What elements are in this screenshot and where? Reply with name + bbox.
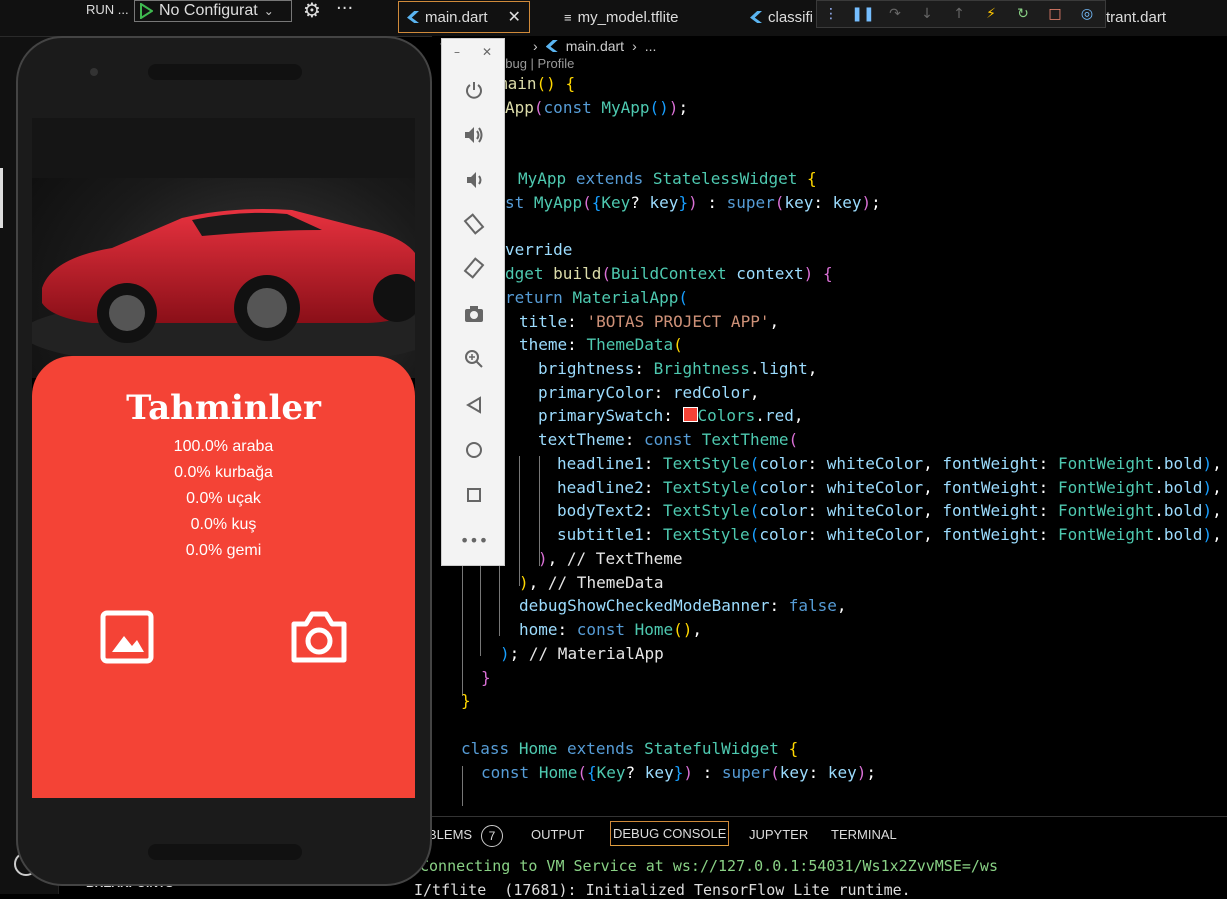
tab-label: trant.dart: [1106, 8, 1167, 26]
code-line-1: main() {: [498, 74, 576, 93]
code-line-6: st MyApp({Key? key}) : super(key: key);: [505, 193, 881, 212]
tab-terminal[interactable]: TERMINAL: [831, 827, 897, 842]
tab-label: my_model.tflite: [577, 8, 679, 26]
home-icon[interactable]: [442, 435, 506, 465]
power-icon[interactable]: [442, 75, 506, 105]
code-line-14: primaryColor: redColor,: [538, 383, 760, 402]
code-line-21: ), // TextTheme: [538, 549, 683, 568]
speaker-grille: [148, 64, 302, 80]
code-line-12: theme: ThemeData(: [519, 335, 683, 354]
tab-label: main.dart: [425, 8, 488, 26]
code-line-23: debugShowCheckedModeBanner: false,: [519, 596, 847, 615]
volume-up-icon[interactable]: [442, 120, 506, 150]
color-swatch[interactable]: [682, 407, 698, 422]
code-line-9: dget build(BuildContext context) {: [505, 264, 833, 283]
app-screen: Tahminler 100.0% araba 0.0% kurbağa 0.0%…: [32, 118, 415, 798]
code-line-27: }: [461, 691, 471, 710]
more-icon[interactable]: •••: [442, 525, 506, 555]
tab-jupyter[interactable]: JUPYTER: [749, 827, 808, 842]
code-line-22: ), // ThemeData: [519, 573, 664, 592]
hot-reload-icon[interactable]: ⚡: [983, 6, 999, 22]
screenshot-icon[interactable]: [442, 299, 506, 329]
tab-my-model[interactable]: ≡ my_model.tflite: [564, 0, 678, 34]
step-out-icon[interactable]: ↑: [951, 6, 967, 22]
tab-trant[interactable]: trant.dart: [1106, 0, 1166, 34]
car-image: [32, 118, 415, 378]
stop-icon[interactable]: □: [1047, 6, 1063, 22]
predictions-card: Tahminler 100.0% araba 0.0% kurbağa 0.0%…: [32, 356, 415, 798]
tab-output[interactable]: OUTPUT: [531, 827, 584, 842]
code-line-15: primarySwatch: Colors.red,: [538, 406, 804, 425]
page-title: Tahminler: [126, 388, 321, 428]
tab-main-dart[interactable]: main.dart ✕: [398, 1, 530, 33]
code-line-10: return MaterialApp(: [505, 288, 689, 307]
grip-icon[interactable]: ⋮: [823, 6, 839, 22]
volume-down-icon[interactable]: [442, 165, 506, 195]
code-line-16: textTheme: const TextTheme(: [538, 430, 799, 449]
breadcrumb-more[interactable]: ...: [645, 38, 657, 54]
bottom-panel: BLEMS 7 OUTPUT DEBUG CONSOLE JUPYTER TER…: [410, 816, 1227, 899]
code-line-24: home: const Home(),: [519, 620, 703, 639]
code-line-18: headline2: TextStyle(color: whiteColor, …: [557, 478, 1222, 497]
code-line-8: verride: [505, 240, 573, 259]
overview-icon[interactable]: [442, 480, 506, 510]
camera-icon[interactable]: [290, 610, 348, 664]
code-line-20: subtitle1: TextStyle(color: whiteColor, …: [557, 525, 1222, 544]
start-debug-icon[interactable]: [139, 3, 153, 19]
tab-problems[interactable]: BLEMS: [428, 827, 472, 842]
front-camera: [90, 68, 98, 76]
code-line-11: title: 'BOTAS PROJECT APP',: [519, 312, 780, 331]
problems-badge: 7: [481, 825, 503, 847]
prediction-item: 0.0% gemi: [185, 542, 262, 559]
chevron-down-icon: ⌄: [263, 4, 274, 18]
devtools-icon[interactable]: ◎: [1079, 6, 1095, 22]
file-icon: ≡: [564, 9, 572, 25]
tab-classifier[interactable]: classifi: [750, 0, 813, 34]
tab-label: classifi: [768, 8, 814, 26]
code-line-2: App(const MyApp());: [505, 98, 689, 117]
gallery-icon[interactable]: [100, 610, 154, 664]
active-indicator: [0, 168, 3, 228]
step-over-icon[interactable]: ↷: [887, 6, 903, 22]
step-into-icon[interactable]: ↓: [919, 6, 935, 22]
codelens[interactable]: ebug | Profile: [498, 56, 574, 71]
run-config-select[interactable]: No Configurat ⌄: [134, 0, 292, 22]
more-icon[interactable]: ···: [336, 0, 353, 19]
gear-icon[interactable]: ⚙: [303, 0, 321, 22]
code-line-5: MyApp extends StatelessWidget {: [518, 169, 817, 188]
minimize-icon[interactable]: –: [454, 45, 460, 59]
flutter-icon: [407, 11, 419, 23]
restart-icon[interactable]: ↻: [1015, 6, 1031, 22]
code-line-25: ); // MaterialApp: [500, 644, 664, 663]
code-line-30: const Home({Key? key}) : super(key: key)…: [481, 763, 877, 782]
debug-toolbar: ⋮ ❚❚ ↷ ↓ ↑ ⚡ ↻ □ ◎: [816, 0, 1106, 28]
run-label: RUN ...: [86, 2, 129, 17]
pause-icon[interactable]: ❚❚: [851, 6, 874, 22]
console-line: I/tflite (17681): Initialized TensorFlow…: [414, 881, 911, 899]
prediction-item: 0.0% kuş: [190, 516, 257, 533]
rotate-right-icon[interactable]: [442, 253, 506, 283]
code-line-13: brightness: Brightness.light,: [538, 359, 818, 378]
console-line: Connecting to VM Service at ws://127.0.0…: [420, 857, 998, 875]
close-icon[interactable]: ✕: [482, 45, 492, 59]
flutter-icon: [545, 40, 558, 52]
code-line-26: }: [481, 668, 491, 687]
tab-debug-console[interactable]: DEBUG CONSOLE: [610, 821, 730, 846]
rotate-left-icon[interactable]: [442, 209, 506, 239]
back-icon[interactable]: [442, 390, 506, 420]
prediction-item: 0.0% kurbağa: [174, 464, 273, 481]
prediction-item: 100.0% araba: [173, 438, 274, 455]
prediction-item: 0.0% uçak: [186, 490, 261, 507]
bottom-speaker: [148, 844, 302, 860]
code-line-19: bodyText2: TextStyle(color: whiteColor, …: [557, 501, 1222, 520]
code-line-17: headline1: TextStyle(color: whiteColor, …: [557, 454, 1222, 473]
close-icon[interactable]: ✕: [508, 7, 521, 27]
code-line-29: class Home extends StatefulWidget {: [461, 739, 799, 758]
emulator-toolbar: – ✕ •••: [441, 38, 505, 566]
zoom-icon[interactable]: [442, 344, 506, 374]
breadcrumb-file[interactable]: main.dart: [566, 38, 624, 54]
flutter-icon: [750, 11, 762, 23]
config-value: No Configurat: [159, 2, 258, 19]
